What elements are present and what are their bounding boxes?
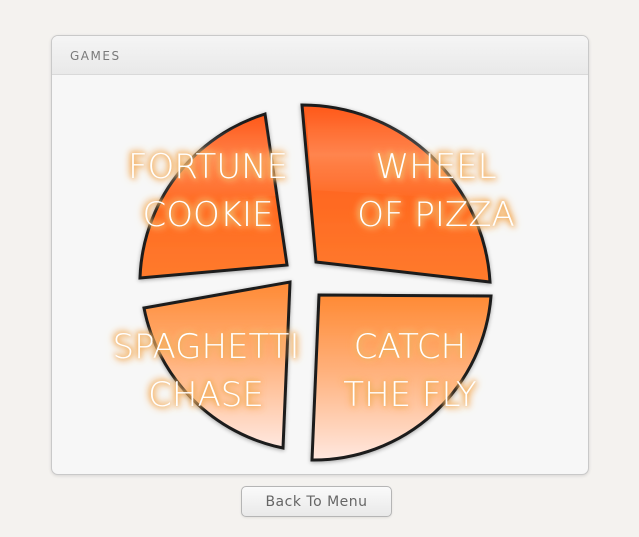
catch-the-fly-line1: CATCH <box>353 327 467 367</box>
fortune-cookie-label[interactable]: FORTUNE COOKIE <box>113 143 303 239</box>
wheel-of-pizza-line1: WHEEL <box>375 147 497 187</box>
back-to-menu-button[interactable]: Back To Menu <box>241 486 392 517</box>
wheel-of-pizza-label[interactable]: WHEEL OF PIZZA <box>336 143 536 239</box>
fortune-cookie-line1: FORTUNE <box>127 147 289 187</box>
catch-the-fly-line2: THE FLY <box>343 375 477 415</box>
spaghetti-chase-label[interactable]: SPAGHETTI CHASE <box>101 323 311 419</box>
catch-the-fly-label[interactable]: CATCH THE FLY <box>320 323 500 419</box>
games-pie <box>138 103 493 462</box>
wheel-of-pizza-line2: OF PIZZA <box>357 195 515 235</box>
fortune-cookie-line2: COOKIE <box>142 195 274 235</box>
spaghetti-chase-line1: SPAGHETTI <box>112 327 300 367</box>
spaghetti-chase-line2: CHASE <box>148 375 264 415</box>
